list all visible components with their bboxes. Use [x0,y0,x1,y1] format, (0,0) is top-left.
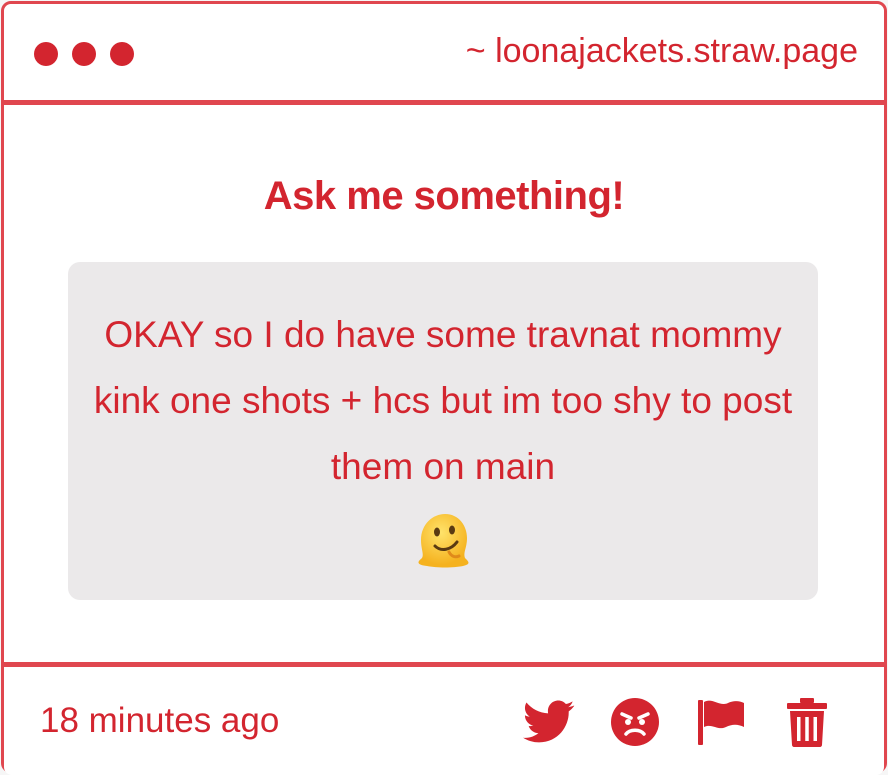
angry-face-icon [611,698,659,746]
question-text: OKAY so I do have some travnat mommy kin… [93,314,793,487]
question-box: OKAY so I do have some travnat mommy kin… [68,262,818,600]
window-dot [72,42,96,66]
question-text-wrap: OKAY so I do have some travnat mommy kin… [88,302,798,570]
delete-button[interactable] [780,695,834,749]
melting-face-emoji-icon [418,514,469,568]
block-button[interactable] [608,695,662,749]
report-button[interactable] [694,695,748,749]
flag-icon [698,700,744,745]
page-title: Ask me something! [263,174,625,218]
window-dots [34,42,134,66]
site-url[interactable]: ~ loonajackets.straw.page [466,32,858,71]
timestamp: 18 minutes ago [40,701,280,740]
action-bar [522,695,834,749]
share-twitter-button[interactable] [522,695,576,749]
window-dot [34,42,58,66]
window-titlebar: ~ loonajackets.straw.page [4,4,884,105]
window-dot [110,42,134,66]
twitter-icon [523,700,575,743]
trash-icon [787,698,827,747]
ask-card: ~ loonajackets.straw.page Ask me somethi… [1,1,887,775]
card-footer: 18 minutes ago [4,662,884,775]
